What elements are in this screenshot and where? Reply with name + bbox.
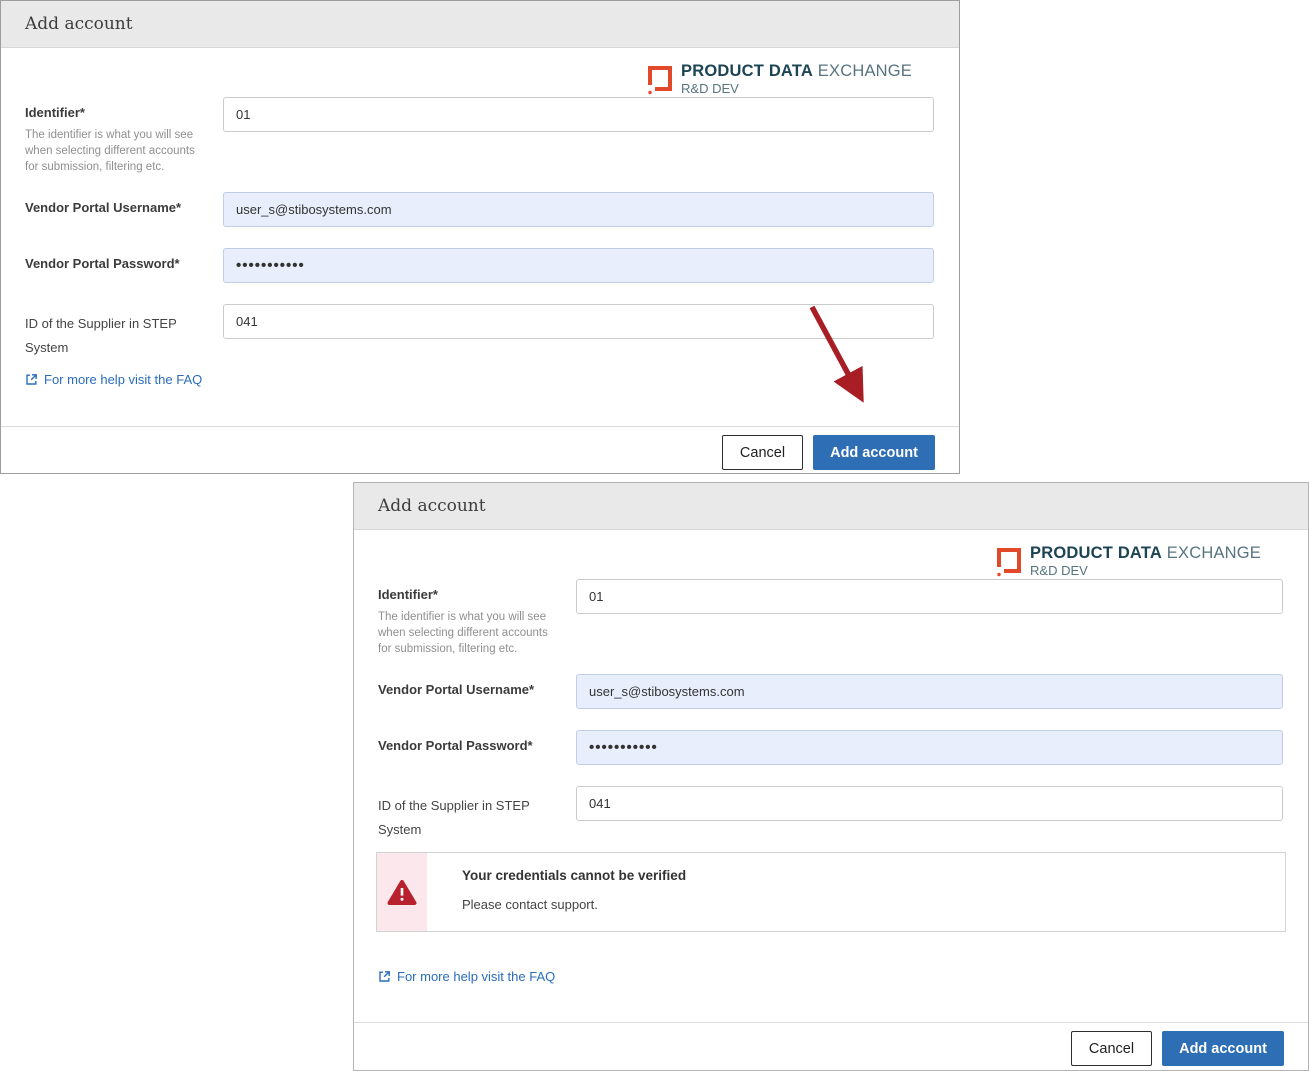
logo-text: PRODUCT DATA EXCHANGE R&D DEV xyxy=(1030,544,1261,578)
logo-brand-secondary: EXCHANGE xyxy=(818,62,912,80)
dialog-titlebar: Add account xyxy=(1,1,959,48)
username-label: Vendor Portal Username* xyxy=(378,682,576,697)
add-account-dialog: Add account PRODUCT DATA EXCHANGE R&D DE… xyxy=(0,0,960,474)
identifier-label: Identifier* xyxy=(25,105,223,120)
identifier-help-text: The identifier is what you will see when… xyxy=(378,609,558,657)
error-message: Please contact support. xyxy=(462,897,686,912)
external-link-icon xyxy=(25,373,38,386)
warning-triangle-icon xyxy=(387,879,417,906)
add-account-button[interactable]: Add account xyxy=(813,435,935,470)
username-input[interactable] xyxy=(576,674,1283,709)
dialog-footer: Cancel Add account xyxy=(1,426,959,473)
cancel-button[interactable]: Cancel xyxy=(1071,1031,1152,1066)
logo-square-icon xyxy=(646,64,674,97)
error-title: Your credentials cannot be verified xyxy=(462,868,686,883)
logo-brand-secondary: EXCHANGE xyxy=(1167,544,1261,562)
supplier-id-row: ID of the Supplier in STEP System xyxy=(378,786,1283,842)
dialog-titlebar: Add account xyxy=(354,483,1308,530)
logo-environment: R&D DEV xyxy=(681,81,912,96)
faq-link[interactable]: For more help visit the FAQ xyxy=(25,372,202,387)
logo-brand-primary: PRODUCT DATA xyxy=(681,62,813,80)
error-banner-content: Your credentials cannot be verified Plea… xyxy=(427,853,686,931)
password-row: Vendor Portal Password* xyxy=(378,730,1283,765)
password-label: Vendor Portal Password* xyxy=(25,256,223,271)
logo-environment: R&D DEV xyxy=(1030,563,1261,578)
product-data-exchange-logo: PRODUCT DATA EXCHANGE R&D DEV xyxy=(995,544,1261,579)
password-row: Vendor Portal Password* xyxy=(25,248,934,283)
supplier-id-label: ID of the Supplier in STEP System xyxy=(25,312,195,360)
cancel-button[interactable]: Cancel xyxy=(722,435,803,470)
username-row: Vendor Portal Username* xyxy=(378,674,1283,709)
supplier-id-input[interactable] xyxy=(576,786,1283,821)
username-row: Vendor Portal Username* xyxy=(25,192,934,227)
dialog-title: Add account xyxy=(25,14,133,34)
faq-link[interactable]: For more help visit the FAQ xyxy=(378,969,555,984)
add-account-button[interactable]: Add account xyxy=(1162,1031,1284,1066)
identifier-help-text: The identifier is what you will see when… xyxy=(25,127,205,175)
faq-link-label: For more help visit the FAQ xyxy=(44,372,202,387)
logo-text: PRODUCT DATA EXCHANGE R&D DEV xyxy=(681,62,912,96)
identifier-input[interactable] xyxy=(223,97,934,132)
add-account-dialog-error-state: Add account PRODUCT DATA EXCHANGE R&D DE… xyxy=(353,482,1309,1071)
dialog-footer: Cancel Add account xyxy=(354,1022,1308,1070)
identifier-label: Identifier* xyxy=(378,587,576,602)
supplier-id-label: ID of the Supplier in STEP System xyxy=(378,794,548,842)
error-banner: Your credentials cannot be verified Plea… xyxy=(376,852,1286,932)
dialog-title: Add account xyxy=(378,496,486,516)
password-input[interactable] xyxy=(576,730,1283,765)
faq-link-label: For more help visit the FAQ xyxy=(397,969,555,984)
identifier-row: Identifier* The identifier is what you w… xyxy=(25,97,934,175)
supplier-id-row: ID of the Supplier in STEP System xyxy=(25,304,934,360)
product-data-exchange-logo: PRODUCT DATA EXCHANGE R&D DEV xyxy=(646,62,912,97)
identifier-row: Identifier* The identifier is what you w… xyxy=(378,579,1283,657)
password-input[interactable] xyxy=(223,248,934,283)
logo-brand-primary: PRODUCT DATA xyxy=(1030,544,1162,562)
logo-square-icon xyxy=(995,546,1023,579)
external-link-icon xyxy=(378,970,391,983)
identifier-input[interactable] xyxy=(576,579,1283,614)
username-input[interactable] xyxy=(223,192,934,227)
password-label: Vendor Portal Password* xyxy=(378,738,576,753)
username-label: Vendor Portal Username* xyxy=(25,200,223,215)
error-banner-icon-strip xyxy=(377,853,427,931)
supplier-id-input[interactable] xyxy=(223,304,934,339)
